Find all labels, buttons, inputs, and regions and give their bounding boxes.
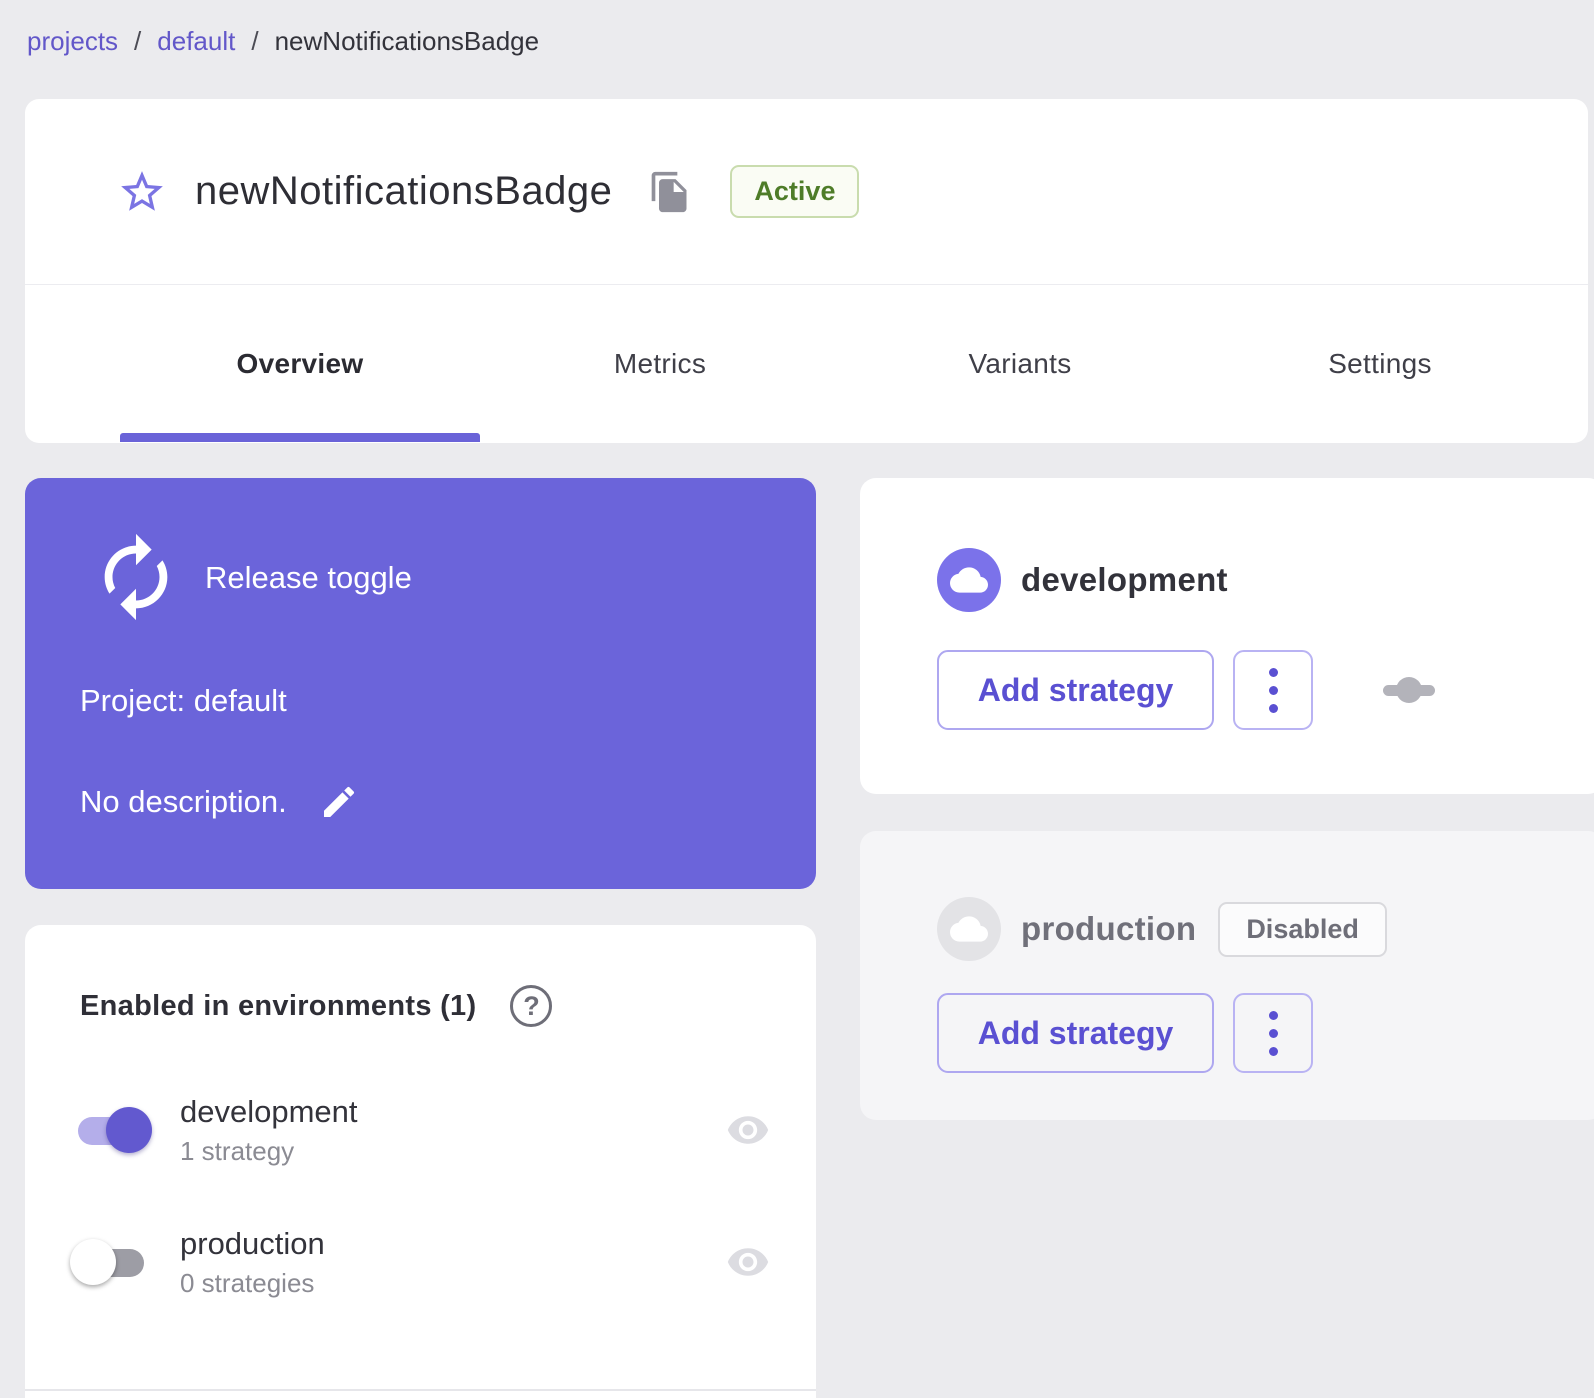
tab-variants[interactable]: Variants [840,285,1200,442]
breadcrumb-default-link[interactable]: default [157,26,235,57]
breadcrumb-projects-link[interactable]: projects [27,26,118,57]
copy-name-icon[interactable] [648,168,692,216]
release-toggle-icon [89,530,183,624]
enabled-environments-card: Enabled in environments (1) ? developmen… [25,925,816,1398]
environment-panel-title: production [1021,910,1196,948]
page-title: newNotificationsBadge [195,169,612,214]
add-strategy-button[interactable]: Add strategy [937,650,1214,730]
description-row: No description. [80,780,361,824]
environment-strategy-count: 0 strategies [180,1268,325,1299]
environment-name: development [180,1094,358,1130]
kebab-dot [1269,1047,1278,1056]
environment-row-development: development 1 strategy [70,1080,776,1180]
tab-metrics[interactable]: Metrics [480,285,840,442]
visibility-eye-icon[interactable] [720,1240,776,1284]
environment-name: production [180,1226,325,1262]
favorite-star-icon[interactable] [117,167,167,217]
kebab-dot [1269,1029,1278,1038]
production-toggle-switch[interactable] [70,1230,170,1294]
kebab-dot [1269,686,1278,695]
production-environment-panel: production Disabled Add strategy [860,831,1594,1120]
status-badge: Active [730,165,859,218]
more-options-button[interactable] [1233,993,1313,1073]
add-strategy-button[interactable]: Add strategy [937,993,1214,1073]
feature-header-card: newNotificationsBadge Active Overview Me… [25,99,1588,443]
environment-panel-title: development [1021,561,1228,599]
card-divider [25,1389,816,1391]
development-toggle-switch[interactable] [70,1098,170,1162]
kebab-dot [1269,668,1278,677]
environment-strategy-count: 1 strategy [180,1136,358,1167]
tab-settings[interactable]: Settings [1200,285,1560,442]
enabled-environments-title: Enabled in environments (1) [80,990,476,1023]
feature-title-row: newNotificationsBadge Active [25,99,1588,285]
environment-row-production: production 0 strategies [70,1212,776,1312]
environment-enable-switch[interactable] [1383,675,1435,705]
breadcrumb-separator: / [251,26,258,57]
tab-overview[interactable]: Overview [120,285,480,442]
cloud-icon [937,548,1001,612]
breadcrumb-current-page: newNotificationsBadge [275,26,540,57]
breadcrumb-separator: / [134,26,141,57]
feature-tabs: Overview Metrics Variants Settings [25,285,1588,442]
more-options-button[interactable] [1233,650,1313,730]
visibility-eye-icon[interactable] [720,1108,776,1152]
project-label: Project: default [80,683,287,719]
disabled-badge: Disabled [1218,902,1387,957]
toggle-type-label: Release toggle [205,560,412,596]
feature-summary-card: Release toggle Project: default No descr… [25,478,816,889]
breadcrumb: projects / default / newNotificationsBad… [27,26,539,57]
help-icon[interactable]: ? [510,985,552,1027]
description-label: No description. [80,784,287,820]
kebab-dot [1269,704,1278,713]
edit-description-icon[interactable] [317,780,361,824]
active-tab-indicator [120,433,480,442]
development-environment-panel: development Add strategy [860,478,1594,794]
cloud-icon [937,897,1001,961]
kebab-dot [1269,1011,1278,1020]
